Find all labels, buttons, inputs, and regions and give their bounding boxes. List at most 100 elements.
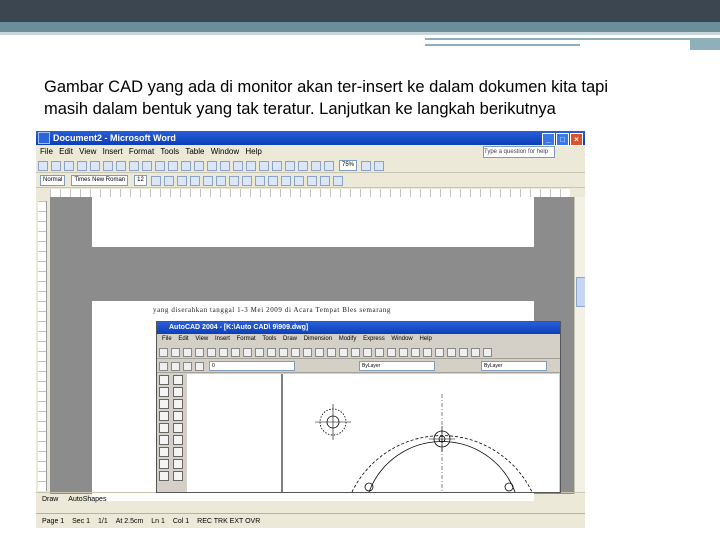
autocad-layers-toolbar: 0 ByLayer ByLayer — [157, 360, 560, 373]
arc-icon — [159, 435, 169, 445]
show-hide-icon[interactable] — [324, 161, 334, 171]
line-spacing-icon[interactable] — [241, 176, 252, 186]
style-select[interactable]: Normal — [40, 175, 66, 186]
vertical-scrollbar[interactable] — [574, 197, 585, 494]
array-icon — [173, 423, 183, 433]
justify-icon[interactable] — [228, 176, 239, 186]
menu-view[interactable]: View — [79, 145, 96, 158]
slide-decor-line — [425, 38, 695, 40]
increase-indent-icon[interactable] — [293, 176, 304, 186]
acad-tool-icon — [207, 348, 216, 357]
new-icon[interactable] — [38, 161, 48, 171]
status-page-of: 1/1 — [98, 518, 108, 525]
slide-decor-line — [425, 44, 580, 46]
document-map-icon[interactable] — [311, 161, 321, 171]
borders-icon[interactable] — [306, 176, 317, 186]
acad-menu-draw: Draw — [283, 336, 298, 342]
menu-insert[interactable]: Insert — [103, 145, 123, 158]
status-section: Sec 1 — [72, 518, 91, 525]
bold-icon[interactable] — [150, 176, 161, 186]
help-icon[interactable] — [374, 161, 385, 171]
acad-tool-icon — [483, 348, 492, 357]
save-icon[interactable] — [64, 161, 74, 171]
offset-icon — [173, 411, 183, 421]
menu-window[interactable]: Window — [211, 145, 239, 158]
acad-tool-icon — [339, 348, 348, 357]
autoshapes-menu[interactable]: AutoShapes — [68, 496, 106, 503]
print-preview-icon[interactable] — [116, 161, 126, 171]
menu-table[interactable]: Table — [185, 145, 204, 158]
hyperlink-icon[interactable] — [233, 161, 243, 171]
menu-edit[interactable]: Edit — [59, 145, 73, 158]
draw-menu[interactable]: Draw — [42, 496, 58, 503]
acad-menu-help: Help — [419, 336, 432, 342]
drawing-icon[interactable] — [298, 161, 308, 171]
acad-tool-icon — [435, 348, 444, 357]
cad-circle-small — [364, 482, 374, 492]
research-icon[interactable] — [142, 161, 152, 171]
insert-excel-icon[interactable] — [272, 161, 282, 171]
lock-icon — [195, 362, 204, 371]
autocad-screenshot[interactable]: AutoCAD 2004 - [K:\Auto CAD\ 9\909.dwg] … — [156, 321, 561, 493]
email-icon[interactable] — [90, 161, 100, 171]
acad-tool-icon — [363, 348, 372, 357]
font-select[interactable]: Times New Roman — [71, 175, 129, 186]
highlight-icon[interactable] — [319, 176, 330, 186]
print-icon[interactable] — [103, 161, 113, 171]
permission-icon[interactable] — [77, 161, 87, 171]
format-painter-icon[interactable] — [194, 161, 204, 171]
align-center-icon[interactable] — [202, 176, 213, 186]
acad-tool-icon — [243, 348, 252, 357]
undo-icon[interactable] — [207, 161, 217, 171]
word-window: Document2 - Microsoft Word _ □ × File Edit… — [36, 131, 585, 528]
ruler-ticks — [38, 201, 46, 491]
paste-icon[interactable] — [181, 161, 191, 171]
copy-icon[interactable] — [168, 161, 178, 171]
formatting-toolbar: Normal Times New Roman 12 — [36, 173, 585, 188]
underline-icon[interactable] — [176, 176, 187, 186]
menu-help[interactable]: Help — [245, 145, 261, 158]
autocad-drawing-canvas — [187, 374, 559, 492]
scrollbar-thumb[interactable] — [576, 277, 585, 307]
italic-icon[interactable] — [163, 176, 174, 186]
align-left-icon[interactable] — [189, 176, 200, 186]
align-right-icon[interactable] — [215, 176, 226, 186]
copy-object-icon — [173, 387, 183, 397]
columns-icon[interactable] — [285, 161, 295, 171]
scale-icon — [173, 459, 183, 469]
redo-icon[interactable] — [220, 161, 230, 171]
font-size-select[interactable]: 12 — [134, 175, 147, 186]
status-line: Ln 1 — [151, 518, 165, 525]
document-text-line: yang diserahkan tanggal 1-3 Mei 2009 di … — [153, 306, 392, 314]
open-icon[interactable] — [51, 161, 61, 171]
read-icon[interactable] — [361, 161, 372, 171]
slide-caption: Gambar CAD yang ada di monitor akan ter-… — [44, 76, 684, 120]
line-icon — [159, 375, 169, 385]
numbering-icon[interactable] — [254, 176, 265, 186]
insert-table-icon[interactable] — [259, 161, 269, 171]
decrease-indent-icon[interactable] — [280, 176, 291, 186]
caption-line: Gambar CAD yang ada di monitor akan ter-… — [44, 78, 609, 96]
help-search-input[interactable]: Type a question for help — [483, 146, 555, 158]
acad-menu-tools: Tools — [262, 336, 277, 342]
menu-format[interactable]: Format — [129, 145, 154, 158]
acad-tool-icon — [411, 348, 420, 357]
acad-tool-icon — [387, 348, 396, 357]
status-column: Col 1 — [172, 518, 190, 525]
layer-manager-icon — [159, 362, 168, 371]
cut-icon[interactable] — [155, 161, 165, 171]
spelling-icon[interactable] — [129, 161, 139, 171]
acad-menu-file: File — [162, 336, 172, 342]
bullets-icon[interactable] — [267, 176, 278, 186]
zoom-select[interactable]: 75% — [339, 160, 358, 171]
autocad-standard-toolbar — [157, 346, 560, 359]
acad-menu-view: View — [195, 336, 209, 342]
font-color-icon[interactable] — [332, 176, 343, 186]
slide-header-accent — [0, 22, 720, 32]
xline-icon — [159, 387, 169, 397]
acad-menu-edit: Edit — [178, 336, 189, 342]
menu-file[interactable]: File — [40, 145, 53, 158]
menu-tools[interactable]: Tools — [160, 145, 179, 158]
erase-icon — [173, 375, 183, 385]
tables-borders-icon[interactable] — [246, 161, 256, 171]
